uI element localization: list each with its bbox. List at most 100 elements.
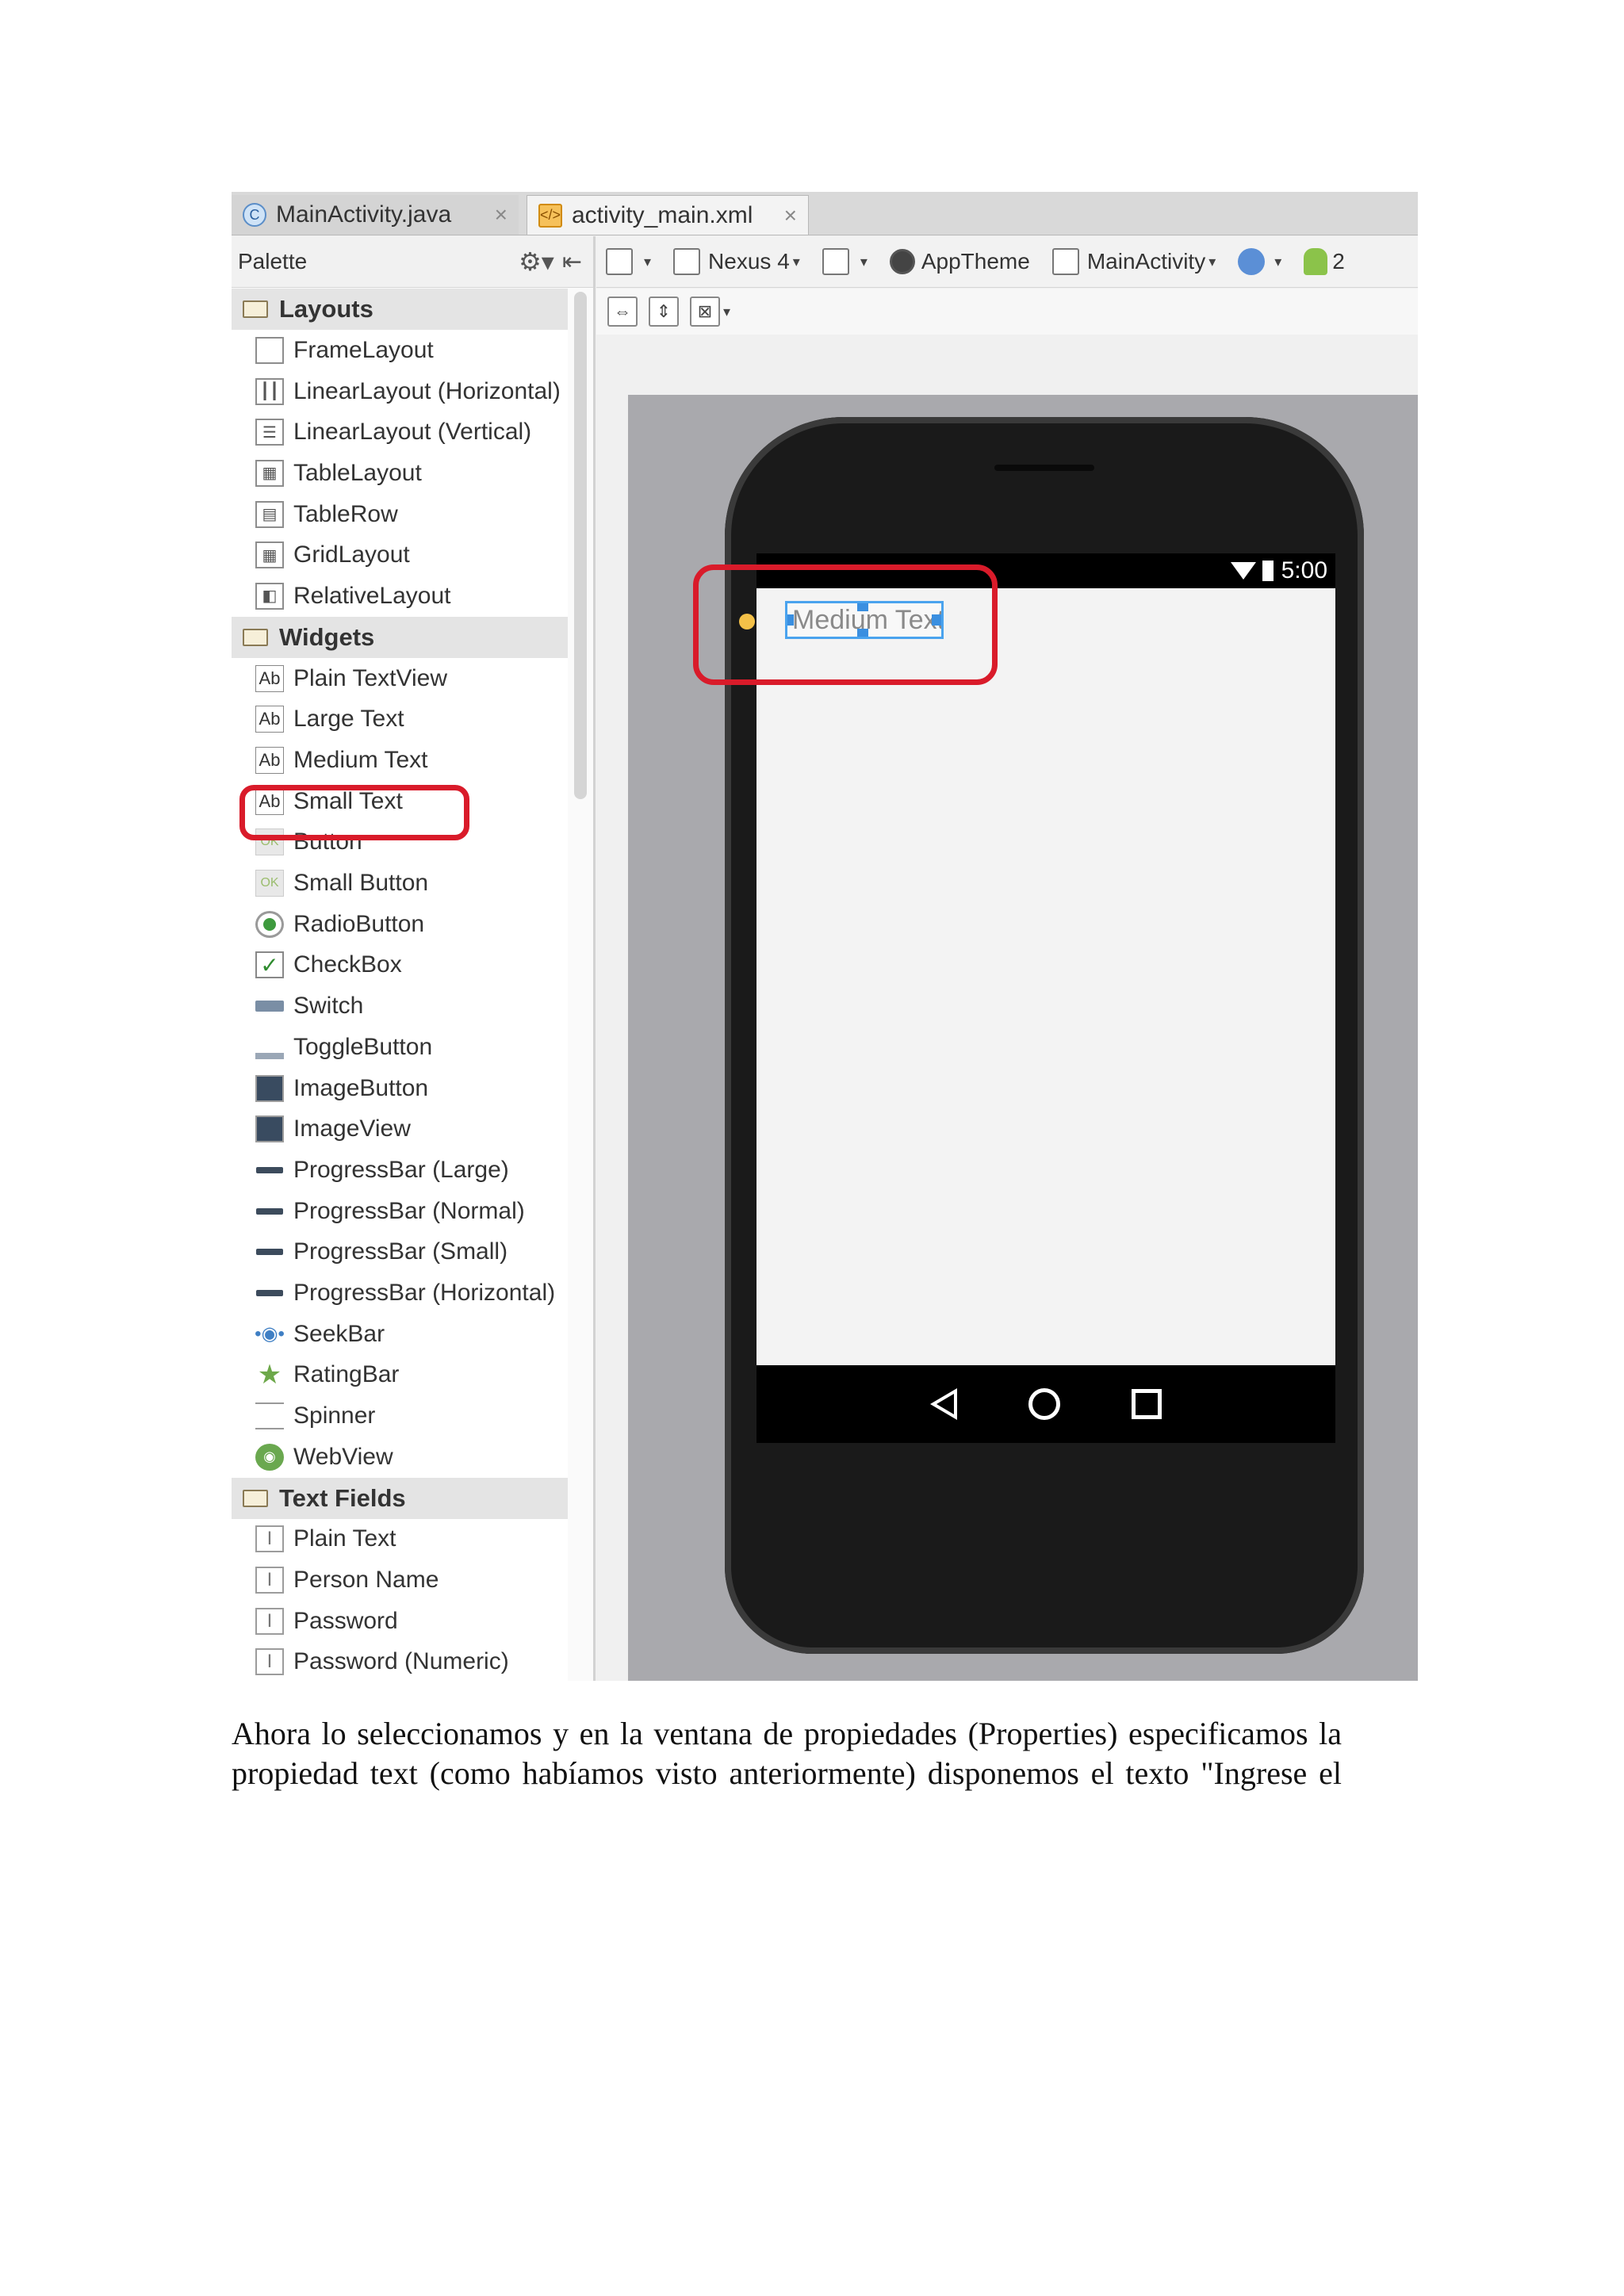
tab-label: activity_main.xml (572, 201, 753, 228)
panel-divider[interactable] (593, 236, 596, 1681)
device-icon (606, 248, 633, 275)
virtual-device-button[interactable]: ▾ (606, 248, 651, 275)
fit-height-button[interactable]: ⇕ (649, 297, 679, 327)
palette-item[interactable]: Ab Plain TextView (232, 657, 568, 699)
item-label: TableLayout (293, 459, 422, 486)
palette-item[interactable]: ImageView (232, 1108, 568, 1150)
text-field-icon: I (255, 1648, 284, 1676)
theme-selector[interactable]: AppTheme (889, 249, 1030, 274)
nav-bar (756, 1365, 1335, 1443)
category-widgets[interactable]: Widgets (232, 616, 568, 658)
chevron-down-icon: ▾ (1274, 253, 1282, 270)
api-selector[interactable]: 2 (1304, 248, 1345, 275)
globe-icon: ◉ (255, 1443, 284, 1471)
palette-item[interactable]: ProgressBar (Large) (232, 1150, 568, 1191)
back-icon[interactable] (930, 1388, 957, 1420)
palette-item[interactable]: ▤ TableRow (232, 493, 568, 535)
palette-item[interactable]: ProgressBar (Small) (232, 1231, 568, 1273)
item-label: ImageButton (293, 1074, 429, 1101)
item-label: RadioButton (293, 910, 425, 937)
highlight-annotation (693, 564, 998, 685)
recents-icon[interactable] (1132, 1389, 1162, 1419)
radio-button-icon (255, 910, 284, 938)
linear-layout-vertical-icon: ☰ (255, 419, 284, 446)
gear-icon[interactable]: ⚙▾ (519, 247, 554, 277)
star-icon: ★ (257, 1360, 282, 1391)
tab-activity-main-xml[interactable]: </> activity_main.xml × (527, 195, 809, 235)
chevron-down-icon[interactable]: ▾ (723, 304, 730, 320)
palette-item[interactable]: OK Small Button (232, 863, 568, 904)
palette-item[interactable]: Switch (232, 985, 568, 1027)
item-label: Spinner (293, 1402, 376, 1429)
palette-item[interactable]: ☰ LinearLayout (Vertical) (232, 411, 568, 453)
palette-item[interactable]: RadioButton (232, 903, 568, 945)
category-text-fields[interactable]: Text Fields (232, 1477, 568, 1519)
palette-item[interactable]: •◉• SeekBar (232, 1313, 568, 1355)
text-field-icon: I (255, 1567, 284, 1594)
palette-title: Palette (238, 249, 308, 274)
api-label: 2 (1332, 249, 1345, 274)
zoom-button[interactable]: ⊠ (690, 297, 720, 327)
palette-item[interactable]: ✓ CheckBox (232, 944, 568, 986)
palette-item[interactable]: ┃┃ LinearLayout (Horizontal) (232, 370, 568, 412)
progress-bar-icon (255, 1157, 284, 1184)
small-button-icon: OK (255, 870, 284, 897)
palette-item[interactable]: ★ RatingBar (232, 1354, 568, 1396)
item-label: Plain Text (293, 1525, 396, 1552)
chevron-down-icon: ▾ (792, 253, 800, 270)
theme-label: AppTheme (921, 249, 1030, 274)
palette-item[interactable]: ProgressBar (Horizontal) (232, 1272, 568, 1314)
palette-item[interactable]: Spinner (232, 1395, 568, 1437)
close-icon[interactable]: × (784, 203, 797, 228)
palette-scrollbar[interactable] (574, 292, 587, 799)
palette-list: Layouts FrameLayout ┃┃ LinearLayout (Hori… (232, 289, 568, 1681)
category-layouts[interactable]: Layouts (232, 289, 568, 330)
palette-item[interactable]: I Password (232, 1600, 568, 1642)
item-label: Person Name (293, 1567, 439, 1594)
palette-item[interactable]: I Plain Text (232, 1518, 568, 1560)
palette-item-medium-text[interactable]: Ab Medium Text (232, 740, 568, 781)
battery-icon (1262, 561, 1274, 581)
seekbar-icon: •◉• (255, 1323, 285, 1345)
text-field-icon: I (255, 1525, 284, 1553)
chevron-down-icon: ▾ (644, 253, 652, 270)
category-label: Text Fields (279, 1483, 406, 1512)
device-selector[interactable]: Nexus 4 ▾ (673, 248, 800, 275)
category-label: Widgets (279, 622, 375, 651)
activity-selector[interactable]: MainActivity ▾ (1051, 248, 1216, 275)
palette-item[interactable]: ▦ GridLayout (232, 534, 568, 576)
palette-item[interactable]: ◉ WebView (232, 1436, 568, 1478)
palette-panel: Palette ⚙▾ ⇤ Layouts FrameLayout ┃┃ Linea… (232, 236, 593, 1681)
hide-panel-icon[interactable]: ⇤ (562, 248, 582, 276)
tab-mainactivity-java[interactable]: C MainActivity.java × (232, 195, 519, 235)
home-icon[interactable] (1028, 1388, 1060, 1420)
item-label: GridLayout (293, 541, 410, 568)
layout-toolbar: ▾ Nexus 4 ▾ ▾ AppTheme MainActivity ▾ ▾ 2 (596, 236, 1418, 288)
folder-icon (243, 628, 268, 646)
item-label: RatingBar (293, 1361, 400, 1388)
device-screen[interactable]: 5:00 Medium Text (739, 553, 1335, 1443)
palette-item[interactable]: ◧ RelativeLayout (232, 576, 568, 617)
palette-item[interactable]: ▦ TableLayout (232, 453, 568, 494)
palette-item[interactable]: I Password (Numeric) (232, 1641, 568, 1681)
palette-item[interactable]: I Person Name (232, 1559, 568, 1601)
chevron-down-icon: ▾ (1208, 253, 1216, 270)
palette-item[interactable]: ProgressBar (Normal) (232, 1190, 568, 1232)
switch-icon (255, 1001, 284, 1012)
palette-item[interactable]: FrameLayout (232, 330, 568, 371)
item-label: Switch (293, 993, 364, 1020)
palette-item[interactable]: ToggleButton (232, 1027, 568, 1068)
palette-item[interactable]: Ab Large Text (232, 698, 568, 740)
fit-width-button[interactable]: ⇔ (607, 297, 638, 327)
item-label: ProgressBar (Normal) (293, 1197, 525, 1224)
palette-item[interactable]: ImageButton (232, 1067, 568, 1109)
item-label: ToggleButton (293, 1033, 433, 1060)
item-label: ProgressBar (Small) (293, 1238, 508, 1265)
item-label: ProgressBar (Large) (293, 1156, 509, 1183)
locale-selector[interactable]: ▾ (1238, 248, 1281, 275)
close-icon[interactable]: × (495, 202, 508, 228)
activity-icon (1051, 248, 1079, 275)
orientation-button[interactable]: ▾ (822, 248, 868, 275)
wifi-icon (1230, 562, 1256, 580)
status-time: 5:00 (1281, 557, 1327, 584)
